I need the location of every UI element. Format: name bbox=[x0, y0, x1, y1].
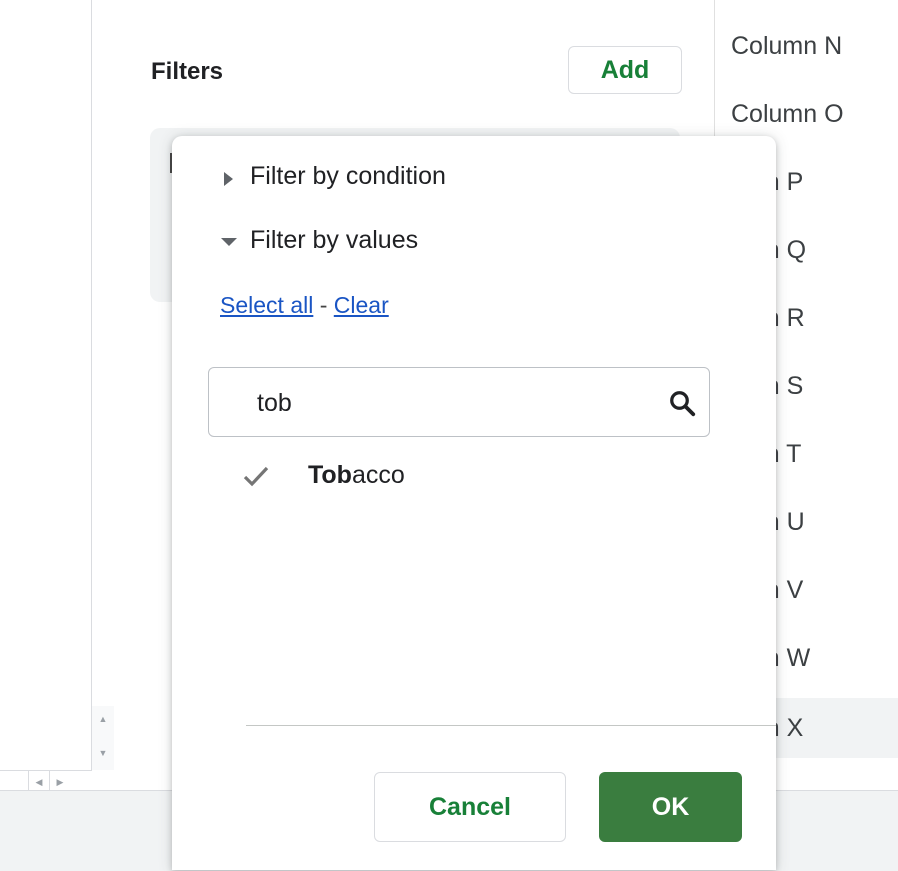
collapse-down-icon[interactable] bbox=[221, 238, 237, 246]
column-item[interactable]: Column N bbox=[731, 32, 842, 61]
filter-dropdown: Filter by condition Filter by values Sel… bbox=[172, 136, 776, 870]
ok-button[interactable]: OK bbox=[599, 772, 742, 842]
value-label-rest: acco bbox=[351, 461, 405, 489]
scroll-up-icon[interactable]: ▲ bbox=[92, 708, 114, 730]
search-icon[interactable] bbox=[667, 388, 697, 418]
divider bbox=[246, 725, 776, 726]
select-links: Select all - Clear bbox=[220, 292, 389, 319]
value-label-match: Tob bbox=[308, 461, 352, 489]
value-search-box[interactable] bbox=[208, 367, 710, 437]
cancel-button[interactable]: Cancel bbox=[374, 772, 566, 842]
vertical-scrollbar[interactable]: ▲ ▼ bbox=[91, 706, 114, 770]
grid-divider bbox=[91, 0, 92, 770]
filter-by-values-toggle[interactable]: Filter by values bbox=[250, 226, 418, 255]
value-label: Tobacco bbox=[308, 461, 405, 490]
spreadsheet-grid-area: ▲ ▼ ◀ ▶ bbox=[0, 0, 114, 793]
clear-link[interactable]: Clear bbox=[334, 292, 389, 318]
column-item[interactable]: Column O bbox=[731, 100, 844, 129]
add-filter-button[interactable]: Add bbox=[568, 46, 682, 94]
check-icon[interactable] bbox=[242, 464, 270, 488]
expand-right-icon[interactable] bbox=[224, 172, 233, 186]
value-search-input[interactable] bbox=[255, 382, 639, 424]
link-separator: - bbox=[319, 292, 328, 318]
scroll-down-icon[interactable]: ▼ bbox=[92, 742, 114, 764]
filter-by-condition-toggle[interactable]: Filter by condition bbox=[250, 162, 446, 191]
panel-title: Filters bbox=[151, 58, 224, 85]
select-all-link[interactable]: Select all bbox=[220, 292, 313, 318]
